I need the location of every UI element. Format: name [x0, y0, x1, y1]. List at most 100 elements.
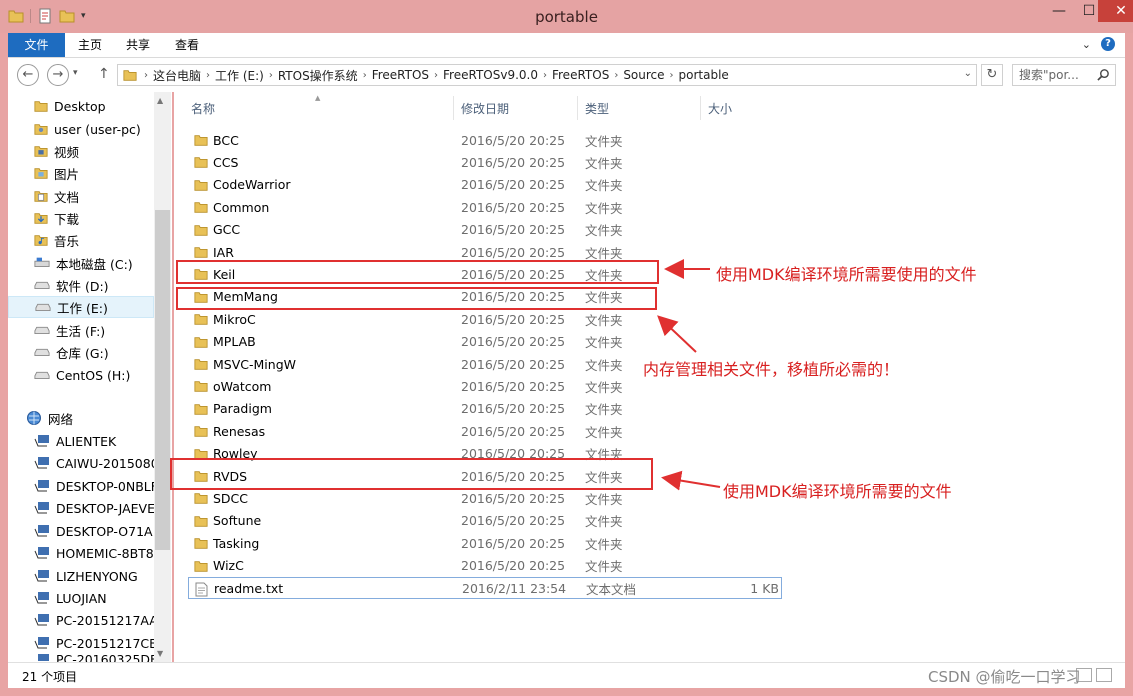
- folder-icon: [194, 381, 208, 393]
- breadcrumb-item[interactable]: FreeRTOS: [372, 68, 429, 82]
- tab-share[interactable]: 共享: [126, 33, 150, 57]
- breadcrumb-item[interactable]: portable: [679, 68, 729, 82]
- downloads-folder-icon: [34, 213, 48, 224]
- help-icon[interactable]: ?: [1101, 37, 1115, 51]
- file-row[interactable]: Softune 2016/5/20 20:25 文件夹: [188, 510, 782, 532]
- nav-item-label: user (user-pc): [54, 121, 141, 137]
- nav-item-computer[interactable]: ALIENTEK: [34, 430, 172, 452]
- large-icons-view-icon[interactable]: [1096, 668, 1112, 682]
- nav-item-desktop[interactable]: Desktop: [34, 95, 172, 117]
- column-header-date[interactable]: 修改日期: [461, 100, 509, 118]
- breadcrumb-item[interactable]: 工作 (E:): [215, 67, 264, 84]
- nav-item-computer[interactable]: PC-20151217CB: [34, 632, 172, 654]
- column-divider[interactable]: [700, 96, 701, 120]
- file-row[interactable]: Paradigm 2016/5/20 20:25 文件夹: [188, 398, 782, 420]
- nav-item-computer[interactable]: DESKTOP-JAEVE: [34, 497, 172, 519]
- column-divider[interactable]: [577, 96, 578, 120]
- nav-item-drive-h[interactable]: CentOS (H:): [34, 364, 172, 386]
- file-row[interactable]: MPLAB 2016/5/20 20:25 文件夹: [188, 331, 782, 353]
- text-file-icon: [195, 582, 208, 597]
- breadcrumb-item[interactable]: RTOS操作系统: [278, 67, 358, 84]
- nav-item-computer[interactable]: LUOJIAN: [34, 587, 172, 609]
- file-row[interactable]: CodeWarrior 2016/5/20 20:25 文件夹: [188, 174, 782, 196]
- address-row: ← → ▾ ↑ › 这台电脑 › 工作 (E:) › RTOS操作系统 › FreeR…: [8, 58, 1125, 92]
- file-row[interactable]: readme.txt 2016/2/11 23:54 文本文档 1 KB: [188, 577, 782, 599]
- nav-item-drive-c[interactable]: 本地磁盘 (C:): [34, 252, 172, 274]
- file-row[interactable]: SDCC 2016/5/20 20:25 文件夹: [188, 487, 782, 509]
- refresh-button[interactable]: ↻: [981, 64, 1003, 86]
- scroll-up-icon[interactable]: ▲: [157, 96, 163, 105]
- file-date: 2016/5/20 20:25: [461, 311, 566, 327]
- nav-item-computer[interactable]: PC-20160325DF: [34, 654, 172, 662]
- search-icon[interactable]: [1097, 68, 1110, 81]
- computer-icon: [34, 480, 49, 492]
- file-row[interactable]: Common 2016/5/20 20:25 文件夹: [188, 196, 782, 218]
- file-row[interactable]: GCC 2016/5/20 20:25 文件夹: [188, 219, 782, 241]
- annotation-rvds: 使用MDK编译环境所需要的文件: [723, 482, 952, 501]
- breadcrumb-separator[interactable]: ›: [543, 70, 547, 81]
- nav-item-label: ALIENTEK: [56, 433, 117, 449]
- expand-ribbon-icon[interactable]: ⌄: [1082, 38, 1091, 51]
- file-row[interactable]: MikroC 2016/5/20 20:25 文件夹: [188, 308, 782, 330]
- file-row[interactable]: CCS 2016/5/20 20:25 文件夹: [188, 151, 782, 173]
- drive-icon: [35, 303, 51, 311]
- column-header-name[interactable]: 名称: [191, 100, 215, 118]
- nav-item-documents[interactable]: 文档: [34, 185, 172, 207]
- breadcrumb-separator[interactable]: ›: [614, 70, 618, 81]
- search-input[interactable]: 搜索"por...: [1012, 64, 1116, 86]
- breadcrumb-item[interactable]: FreeRTOS: [552, 68, 609, 82]
- nav-item-computer[interactable]: DESKTOP-O71A: [34, 520, 172, 542]
- breadcrumb-item[interactable]: FreeRTOSv9.0.0: [443, 68, 538, 82]
- nav-item-user[interactable]: user (user-pc): [34, 118, 172, 140]
- up-button[interactable]: ↑: [98, 66, 110, 82]
- column-header-size[interactable]: 大小: [708, 100, 732, 118]
- computer-icon: [34, 637, 49, 649]
- file-row[interactable]: Renesas 2016/5/20 20:25 文件夹: [188, 420, 782, 442]
- breadcrumb-separator[interactable]: ›: [434, 70, 438, 81]
- breadcrumb-separator[interactable]: ›: [269, 70, 273, 81]
- column-divider[interactable]: [453, 96, 454, 120]
- breadcrumb-separator[interactable]: ›: [670, 70, 674, 81]
- nav-item-drive-e[interactable]: 工作 (E:): [8, 296, 154, 318]
- column-header-type[interactable]: 类型: [585, 100, 609, 118]
- minimize-button[interactable]: —: [1044, 0, 1074, 22]
- file-row[interactable]: BCC 2016/5/20 20:25 文件夹: [188, 129, 782, 151]
- scrollbar-thumb[interactable]: [155, 210, 170, 550]
- file-row[interactable]: Tasking 2016/5/20 20:25 文件夹: [188, 532, 782, 554]
- nav-item-computer[interactable]: HOMEMIC-8BT8: [34, 542, 172, 564]
- address-bar[interactable]: › 这台电脑 › 工作 (E:) › RTOS操作系统 › FreeRTOS › Fre…: [117, 64, 977, 86]
- nav-item-downloads[interactable]: 下载: [34, 207, 172, 229]
- forward-button[interactable]: →: [47, 64, 69, 86]
- computer-icon: [34, 570, 49, 582]
- nav-item-network[interactable]: 网络: [26, 407, 172, 429]
- nav-pane-scrollbar[interactable]: ▲ ▼: [154, 92, 171, 662]
- nav-item-drive-g[interactable]: 仓库 (G:): [34, 341, 172, 363]
- back-button[interactable]: ←: [17, 64, 39, 86]
- scroll-down-icon[interactable]: ▼: [157, 649, 163, 658]
- tab-file[interactable]: 文件: [8, 33, 65, 57]
- nav-item-videos[interactable]: 视频: [34, 140, 172, 162]
- folder-icon: [123, 70, 137, 81]
- close-button[interactable]: ✕: [1098, 0, 1133, 22]
- breadcrumb-item[interactable]: 这台电脑: [153, 67, 201, 84]
- nav-item-computer[interactable]: DESKTOP-0NBLF: [34, 475, 172, 497]
- tab-home[interactable]: 主页: [78, 33, 102, 57]
- file-date: 2016/5/20 20:25: [461, 558, 566, 574]
- nav-item-pictures[interactable]: 图片: [34, 162, 172, 184]
- file-row[interactable]: WizC 2016/5/20 20:25 文件夹: [188, 555, 782, 577]
- nav-item-music[interactable]: 音乐: [34, 229, 172, 251]
- breadcrumb-item[interactable]: Source: [623, 68, 664, 82]
- tab-view[interactable]: 查看: [175, 33, 199, 57]
- nav-item-drive-d[interactable]: 软件 (D:): [34, 274, 172, 296]
- nav-item-drive-f[interactable]: 生活 (F:): [34, 319, 172, 341]
- breadcrumb-separator[interactable]: ›: [206, 70, 210, 81]
- nav-item-computer[interactable]: PC-20151217AA: [34, 609, 172, 631]
- address-dropdown-icon[interactable]: ⌄: [964, 68, 972, 79]
- nav-item-computer[interactable]: CAIWU-2015080: [34, 452, 172, 474]
- recent-locations-icon[interactable]: ▾: [73, 68, 78, 78]
- breadcrumb-separator[interactable]: ›: [363, 70, 367, 81]
- file-name: MPLAB: [213, 334, 256, 350]
- folder-icon: [194, 403, 208, 415]
- breadcrumb-separator[interactable]: ›: [144, 70, 148, 81]
- nav-item-computer[interactable]: LIZHENYONG: [34, 565, 172, 587]
